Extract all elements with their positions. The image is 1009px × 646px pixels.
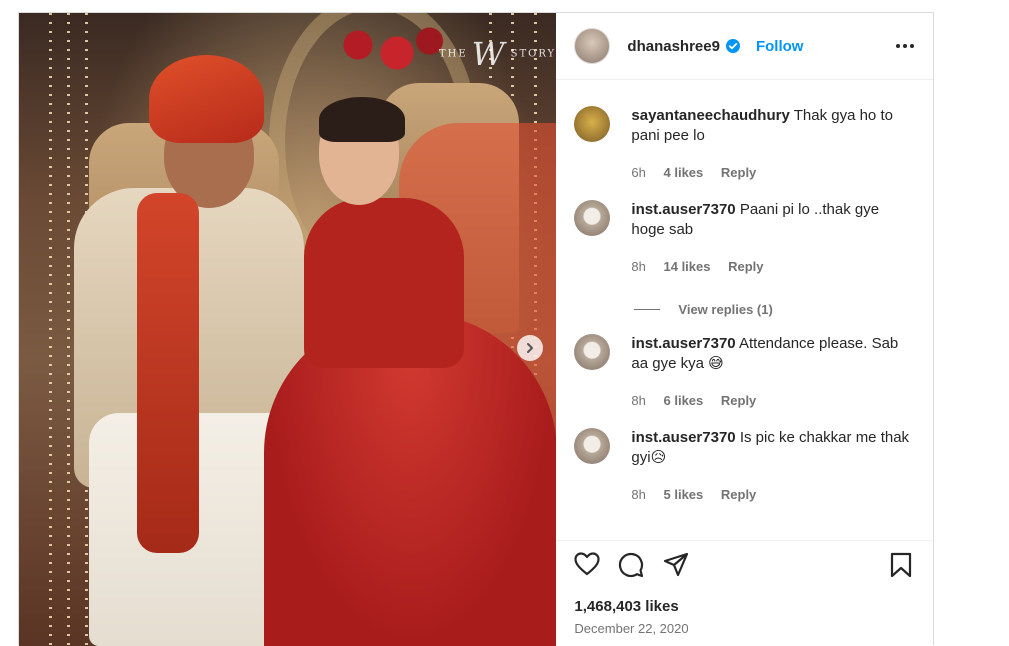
share-icon[interactable]: [663, 552, 689, 578]
view-replies-label: View replies (1): [678, 302, 773, 317]
commenter-username[interactable]: inst.auser7370: [631, 201, 735, 218]
next-arrow-icon: [527, 343, 533, 353]
commenter-avatar[interactable]: [574, 428, 611, 464]
comment-body: inst.auser7370 Is pic ke chakkar me thak…: [631, 428, 911, 468]
fairy-lights: [49, 13, 52, 646]
follow-button[interactable]: Follow: [756, 38, 804, 55]
instagram-post: THE W STORY dhanashree9 Follow sayantane…: [18, 12, 934, 646]
comment-body: sayantaneechaudhury Thak gya ho to pani …: [631, 106, 911, 146]
comment-reply-button[interactable]: Reply: [728, 259, 763, 274]
comment-likes[interactable]: 6 likes: [664, 393, 704, 408]
author-username[interactable]: dhanashree9: [627, 38, 720, 55]
post-date[interactable]: December 22, 2020: [574, 621, 688, 636]
comment-body: inst.auser7370 Paani pi lo ..thak gye ho…: [631, 200, 911, 240]
comment-time[interactable]: 8h: [631, 393, 645, 408]
commenter-username[interactable]: inst.auser7370: [631, 429, 735, 446]
commenter-avatar[interactable]: [574, 200, 611, 236]
comment-reply-button[interactable]: Reply: [721, 487, 756, 502]
post-image[interactable]: THE W STORY: [19, 13, 557, 646]
view-replies-button[interactable]: View replies (1): [634, 302, 773, 317]
comment-reply-button[interactable]: Reply: [721, 393, 756, 408]
more-options-icon[interactable]: [895, 43, 915, 49]
comment-time[interactable]: 8h: [631, 259, 645, 274]
groom-turban: [149, 55, 264, 143]
comment-likes[interactable]: 14 likes: [664, 259, 711, 274]
save-bookmark-icon[interactable]: [890, 552, 912, 578]
comment-meta: 6h 4 likes Reply: [631, 165, 770, 180]
post-side-panel: dhanashree9 Follow sayantaneechaudhury T…: [556, 13, 934, 646]
likes-count[interactable]: 1,468,403 likes: [574, 598, 678, 615]
post-header: dhanashree9 Follow: [556, 13, 933, 80]
rose-decor: [319, 13, 449, 93]
bride-hair: [319, 97, 405, 142]
verified-badge-icon: [725, 39, 740, 53]
view-replies-line: [634, 309, 661, 310]
comment-body: inst.auser7370 Attendance please. Sab aa…: [631, 334, 911, 374]
like-heart-icon[interactable]: [574, 552, 601, 576]
commenter-avatar[interactable]: [574, 106, 611, 142]
commenter-username[interactable]: sayantaneechaudhury: [631, 107, 789, 124]
next-image-button[interactable]: [517, 335, 543, 361]
post-action-bar: [556, 540, 934, 586]
comment-icon[interactable]: [618, 552, 644, 578]
commenter-username[interactable]: inst.auser7370: [631, 335, 735, 352]
groom-stole: [137, 193, 199, 553]
watermark-mark: W: [471, 35, 507, 73]
bride-blouse: [304, 198, 464, 368]
comment-reply-button[interactable]: Reply: [721, 165, 756, 180]
comment-meta: 8h 6 likes Reply: [631, 393, 770, 408]
comment-time[interactable]: 6h: [631, 165, 645, 180]
watermark-right-text: STORY: [510, 48, 557, 60]
fairy-lights: [67, 13, 70, 646]
comment-likes[interactable]: 4 likes: [664, 165, 704, 180]
comment-likes[interactable]: 5 likes: [664, 487, 704, 502]
comment-meta: 8h 5 likes Reply: [631, 487, 770, 502]
author-avatar[interactable]: [574, 28, 611, 64]
commenter-avatar[interactable]: [574, 334, 611, 370]
comment-meta: 8h 14 likes Reply: [631, 259, 777, 274]
comment-time[interactable]: 8h: [631, 487, 645, 502]
watermark-left-text: THE: [439, 48, 468, 60]
image-watermark: THE W STORY: [439, 35, 556, 73]
